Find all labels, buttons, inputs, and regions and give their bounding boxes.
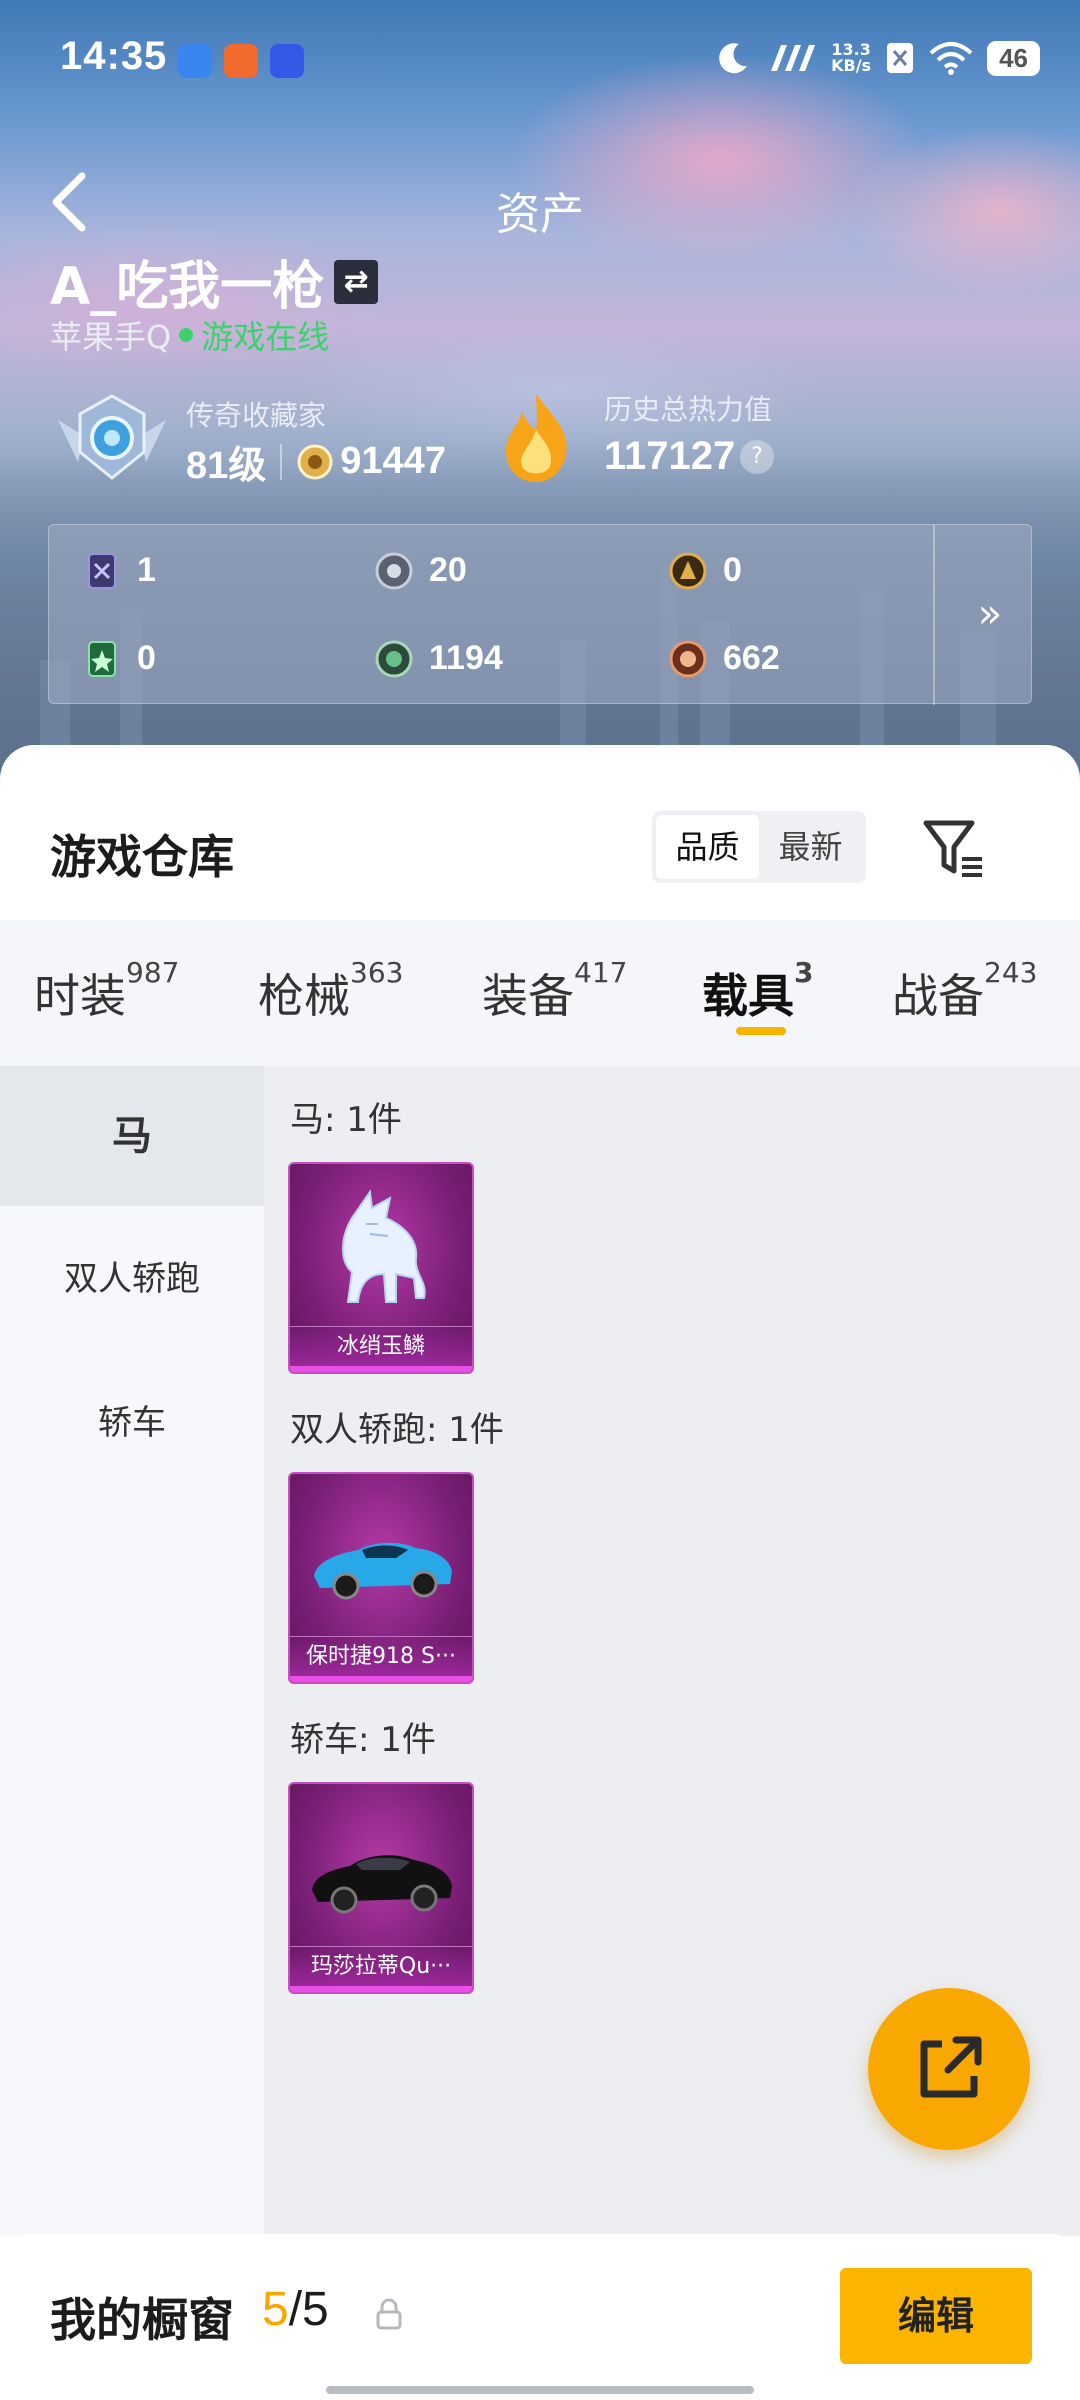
tab-combat-supplies[interactable]: 战备243 <box>892 956 1037 1026</box>
currency-item[interactable]: 0 <box>83 639 156 678</box>
filter-icon[interactable] <box>920 815 986 881</box>
net-speed: 13.3 KB/s <box>831 40 872 75</box>
sidebar-item-sedan[interactable]: 轿车 <box>0 1353 264 1493</box>
home-indicator[interactable] <box>326 2386 754 2394</box>
signal-icon <box>771 45 816 71</box>
online-dot-icon <box>179 328 194 342</box>
share-icon <box>920 2036 982 2098</box>
currency-item[interactable]: 20 <box>375 551 467 590</box>
category-tabs: 时装987 枪械363 装备417 载具3 战备243 <box>0 920 1080 1066</box>
page-title: 资产 <box>496 189 584 240</box>
black-sedan-icon <box>312 1855 452 1914</box>
app-notification-icon <box>178 44 212 78</box>
platform-label: 苹果手Q <box>50 318 172 356</box>
platform-line: 苹果手Q 游戏在线 <box>50 312 329 358</box>
switch-account-icon[interactable]: ⇄ <box>334 259 379 304</box>
help-icon[interactable]: ? <box>740 440 774 474</box>
item-card[interactable]: 保时捷918 S··· <box>288 1472 474 1684</box>
edit-button[interactable]: 编辑 <box>840 2268 1032 2364</box>
status-bar: 14:35 13.3 KB/s 46 <box>0 0 1080 120</box>
vehicle-sidebar: 马 双人轿跑 轿车 <box>0 1066 264 2236</box>
rarity-bar <box>290 1366 472 1372</box>
wifi-icon <box>929 42 973 75</box>
currency-item[interactable]: 1 <box>83 551 156 590</box>
app-notification-icon <box>224 44 258 78</box>
silver-coin-icon <box>375 552 413 589</box>
tab-equipment[interactable]: 装备417 <box>482 956 627 1026</box>
showcase-footer: 我的橱窗 5/5 编辑 <box>0 2234 1080 2400</box>
level-line: 81级 91447 <box>186 434 446 489</box>
warehouse-title: 游戏仓库 <box>50 830 234 884</box>
divider <box>933 525 935 705</box>
player-name-row: A_吃我一枪 ⇄ <box>50 244 379 319</box>
expand-more-icon[interactable]: » <box>963 589 1017 639</box>
bronze-coin-icon <box>669 640 707 677</box>
warehouse-sheet: 游戏仓库 品质 最新 时装987 枪械363 装备417 载具3 战备243 马… <box>0 745 1080 2400</box>
tab-weapons[interactable]: 枪械363 <box>258 956 403 1026</box>
gold-coin-icon <box>669 552 707 589</box>
sort-option-newest[interactable]: 最新 <box>759 815 862 879</box>
showcase-label: 我的橱窗 <box>50 2293 234 2347</box>
blue-sports-car-icon <box>314 1542 452 1600</box>
showcase-count: 5/5 <box>262 2283 329 2336</box>
currency-panel: 1 20 0 0 1194 662 » <box>48 524 1032 705</box>
group-label-coupe: 双人轿跑: 1件 <box>290 1410 504 1450</box>
ice-unicorn-icon <box>342 1189 426 1303</box>
flame-icon <box>505 394 567 482</box>
online-status: 游戏在线 <box>201 318 330 356</box>
medal-icon <box>297 444 333 479</box>
card-icon <box>88 552 116 589</box>
item-card[interactable]: 玛莎拉蒂Qu··· <box>288 1782 474 1994</box>
share-button[interactable] <box>868 1988 1030 2150</box>
green-coin-icon <box>375 640 413 677</box>
sort-toggle: 品质 最新 <box>652 811 866 883</box>
rarity-bar <box>290 1986 472 1992</box>
divider <box>280 443 283 480</box>
collector-level: 81级 <box>186 445 267 487</box>
group-label-horse: 马: 1件 <box>290 1100 402 1140</box>
rarity-bar <box>290 1676 472 1682</box>
green-card-icon <box>88 640 116 677</box>
sidebar-item-coupe[interactable]: 双人轿跑 <box>0 1209 264 1349</box>
currency-item[interactable]: 0 <box>669 551 742 590</box>
status-time: 14:35 <box>60 34 168 78</box>
currency-item[interactable]: 1194 <box>375 639 503 678</box>
player-name: A_吃我一枪 <box>50 257 325 317</box>
currency-item[interactable]: 662 <box>669 639 780 678</box>
active-tab-indicator <box>736 1027 786 1035</box>
tab-fashion[interactable]: 时装987 <box>34 956 179 1026</box>
group-label-sedan: 轿车: 1件 <box>290 1720 436 1760</box>
tab-vehicles[interactable]: 载具3 <box>702 956 813 1026</box>
collector-title: 传奇收藏家 <box>186 399 327 432</box>
item-card[interactable]: 冰绡玉鳞 <box>288 1162 474 1374</box>
moon-icon <box>719 43 748 74</box>
lock-icon <box>376 2298 402 2330</box>
battery-indicator: 46 <box>987 40 1040 76</box>
sort-option-quality[interactable]: 品质 <box>656 815 759 879</box>
no-sim-icon <box>887 43 914 73</box>
medal-points: 91447 <box>340 440 446 482</box>
sidebar-item-horse[interactable]: 马 <box>0 1066 264 1206</box>
collector-badge-icon <box>58 394 166 480</box>
heat-value: 117127 <box>604 434 736 478</box>
vivo-notification-icon <box>270 44 304 78</box>
heat-title: 历史总热力值 <box>604 393 773 426</box>
